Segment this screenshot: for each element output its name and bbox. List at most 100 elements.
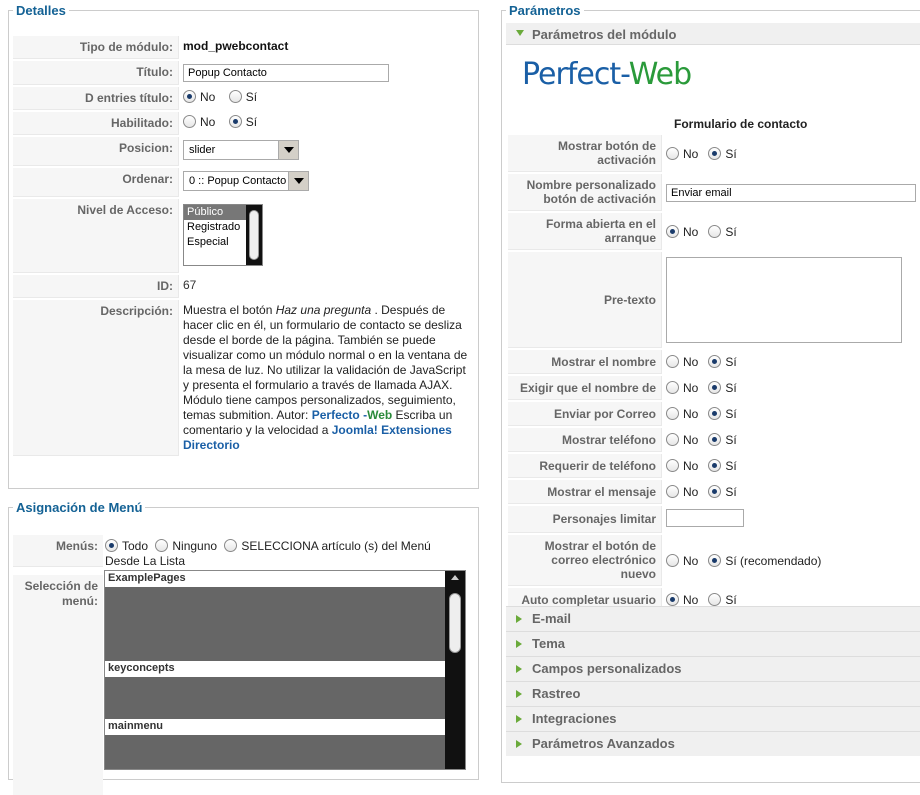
param-no-label: No — [683, 433, 699, 447]
param-si-radio[interactable] — [708, 224, 722, 238]
param-label: Forma abierta en el arranque — [508, 213, 662, 250]
menu-list-scrollbar[interactable] — [445, 571, 465, 769]
panel-section-header[interactable]: Integraciones — [506, 706, 920, 731]
param-si-radio[interactable] — [708, 459, 722, 472]
posicion-select[interactable]: slider — [183, 140, 299, 160]
menu-group: mainmenu — [105, 719, 465, 735]
param-si-radio[interactable] — [708, 553, 722, 567]
param-si-label: Sí — [725, 485, 737, 499]
acceso-scrollbar[interactable] — [246, 205, 262, 265]
boton-nombre-input[interactable]: Enviar email — [666, 183, 916, 202]
entries-no-label: No — [200, 90, 216, 104]
param-no-radio[interactable] — [666, 146, 679, 160]
panel-section-header[interactable]: Tema — [506, 631, 920, 656]
param-label: Personajes limitar — [508, 506, 662, 533]
habilitado-label: Habilitado: — [13, 112, 179, 135]
param-no-radio[interactable] — [666, 433, 679, 446]
param-si-label: Sí — [725, 407, 737, 421]
param-si-label: Sí — [725, 355, 737, 369]
param-no-radio[interactable] — [666, 593, 679, 606]
detalles-legend: Detalles — [16, 3, 66, 18]
ordenar-select[interactable]: 0 :: Popup Contacto — [183, 171, 309, 191]
titulo-label: Título: — [13, 61, 179, 85]
parametros-sections: E-mail Tema Campos personalizados Rastreo In… — [506, 606, 920, 756]
menus-label: Menús: — [13, 535, 103, 567]
param-si-radio[interactable] — [708, 485, 722, 498]
desc-label: Descripción: — [13, 300, 179, 456]
scroll-thumb[interactable] — [449, 593, 461, 653]
menu-group: keyconcepts — [105, 661, 465, 677]
chevron-down-icon — [516, 30, 524, 36]
param-no-radio[interactable] — [666, 553, 679, 567]
panel-modulo-header[interactable]: Parámetros del módulo — [506, 23, 920, 45]
scroll-up-icon[interactable] — [451, 575, 459, 580]
habilitado-no-radio[interactable] — [183, 115, 196, 128]
param-no-radio[interactable] — [666, 485, 679, 498]
panel-section-title: Tema — [532, 636, 565, 651]
param-si-radio[interactable] — [708, 146, 722, 160]
seleccion-label: Selección de menú: — [13, 575, 103, 795]
param-si-radio[interactable] — [708, 433, 722, 446]
menus-ninguno-label: Ninguno — [172, 539, 218, 553]
param-no-label: No — [683, 355, 699, 369]
chevron-right-icon — [516, 690, 522, 698]
panel-section-header[interactable]: Rastreo — [506, 681, 920, 706]
entries-si-radio[interactable] — [228, 90, 242, 103]
menu-select-list[interactable]: ExamplePages keyconcepts mainmenu — [104, 570, 466, 770]
menus-ninguno-radio[interactable] — [155, 539, 169, 552]
panel-section-header[interactable]: Parámetros Avanzados — [506, 731, 920, 756]
param-si-radio[interactable] — [708, 407, 722, 420]
panel-section-title: E-mail — [532, 611, 572, 626]
chevron-right-icon — [516, 615, 522, 623]
param-no-label: No — [683, 485, 699, 499]
param-label: Mostrar botón de activación — [508, 135, 662, 172]
id-label: ID: — [13, 275, 179, 298]
param-si-radio[interactable] — [708, 355, 722, 368]
chevron-down-icon — [288, 172, 308, 190]
param-no-radio[interactable] — [666, 459, 679, 472]
perfect-web-link[interactable]: Perfecto -Web — [312, 408, 392, 422]
param-si-label: Sí — [725, 224, 737, 239]
habilitado-no-label: No — [200, 115, 216, 129]
param-si-radio[interactable] — [708, 593, 722, 606]
param-no-radio[interactable] — [666, 381, 679, 394]
param-si-label: Sí — [725, 146, 737, 161]
acceso-listbox[interactable]: Público Registrado Especial — [183, 204, 263, 266]
panel-section-header[interactable]: Campos personalizados — [506, 656, 920, 681]
param-si-label: Sí (recomendado) — [725, 553, 822, 568]
pretexto-textarea[interactable] — [666, 257, 902, 343]
entries-no-radio[interactable] — [183, 90, 196, 103]
habilitado-si-radio[interactable] — [228, 115, 242, 128]
id-value: 67 — [183, 278, 197, 292]
personajes-limitar-input[interactable] — [666, 509, 744, 527]
panel-section-header[interactable]: E-mail — [506, 606, 920, 631]
param-no-radio[interactable] — [666, 224, 679, 238]
param-no-label: No — [683, 381, 699, 395]
menus-select-label: SELECCIONA artículo (s) del Menú Desde L… — [105, 539, 431, 568]
detalles-table: Tipo de módulo: mod_pwebcontact Título: … — [13, 34, 477, 458]
param-si-label: Sí — [725, 459, 737, 473]
entries-si-label: Sí — [245, 90, 258, 104]
param-no-label: No — [683, 407, 699, 421]
param-label: Nombre personalizado botón de activación — [508, 174, 662, 211]
param-no-label: No — [683, 593, 699, 607]
param-si-radio[interactable] — [708, 381, 722, 394]
ordenar-label: Ordenar: — [13, 168, 179, 197]
param-no-radio[interactable] — [666, 355, 679, 368]
posicion-label: Posicion: — [13, 137, 179, 166]
menu-group: ExamplePages — [105, 571, 465, 587]
scroll-thumb[interactable] — [249, 210, 259, 260]
tipo-label: Tipo de módulo: — [13, 36, 179, 59]
menus-select-radio[interactable] — [224, 539, 238, 552]
chevron-right-icon — [516, 715, 522, 723]
menus-todo-radio[interactable] — [105, 539, 118, 552]
parametros-table: Mostrar botón de activación No Sí Nombre pe… — [508, 133, 920, 614]
form-title: Formulario de contacto — [674, 117, 808, 131]
param-label: Mostrar el mensaje — [508, 480, 662, 504]
panel-section-title: Integraciones — [532, 711, 617, 726]
titulo-input[interactable]: Popup Contacto — [183, 64, 389, 82]
param-no-radio[interactable] — [666, 407, 679, 420]
param-label: Pre-texto — [508, 252, 662, 348]
ordenar-value: 0 :: Popup Contacto — [189, 175, 287, 187]
menus-options: Todo Ninguno SELECCIONA artículo (s) del… — [105, 539, 465, 569]
